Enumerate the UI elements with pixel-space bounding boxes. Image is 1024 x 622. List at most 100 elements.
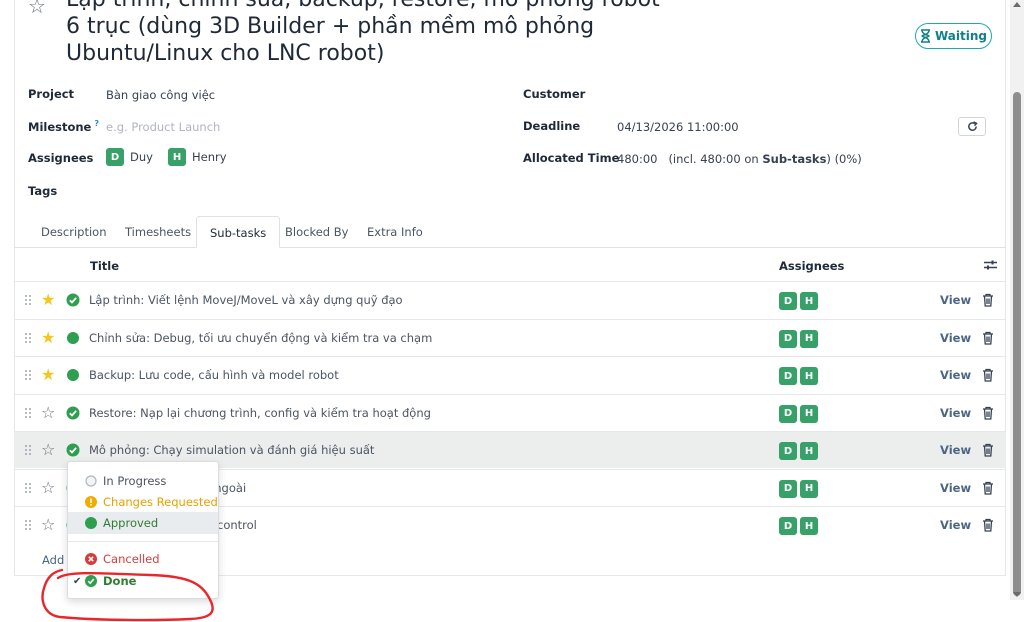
status-label: Waiting <box>934 29 987 43</box>
scroll-up-arrow-icon[interactable] <box>1013 2 1021 7</box>
priority-star-icon[interactable]: ☆ <box>41 403 55 422</box>
assignee-duy[interactable]: D Duy <box>106 148 153 166</box>
page-scrollbar[interactable] <box>1010 0 1024 600</box>
scrollbar-thumb[interactable] <box>1013 92 1021 596</box>
project-label: Project <box>28 87 75 101</box>
priority-star-icon[interactable]: ☆ <box>41 516 55 534</box>
table-row[interactable]: ☆ Restore: Nạp lại chương trình, config v… <box>14 393 1006 431</box>
table-row[interactable]: ★ Chỉnh sửa: Debug, tối ưu chuyển động và… <box>14 318 1006 356</box>
avatar: D <box>779 404 797 423</box>
avatar: H <box>800 367 818 385</box>
deadline-value[interactable]: 04/13/2026 11:00:00 <box>617 120 739 134</box>
priority-star-icon[interactable]: ☆ <box>41 478 55 497</box>
refresh-icon <box>967 121 978 131</box>
state-option-cancelled[interactable]: Cancelled <box>68 548 218 570</box>
state-option-in-progress[interactable]: In Progress <box>68 470 218 492</box>
row-assignees[interactable]: DH <box>779 517 818 535</box>
state-option-done[interactable]: ✔ Done <box>68 570 218 592</box>
priority-star-icon[interactable]: ★ <box>41 291 55 309</box>
avatar: H <box>800 517 818 535</box>
tab-blocked-by[interactable]: Blocked By <box>272 216 361 248</box>
trash-icon[interactable] <box>982 368 994 382</box>
check-circle-icon[interactable] <box>66 293 80 307</box>
project-value[interactable]: Bàn giao công việc <box>106 88 215 102</box>
trash-icon[interactable] <box>982 331 994 345</box>
sub-task-title[interactable]: Restore: Nạp lại chương trình, config và… <box>89 406 431 420</box>
row-assignees[interactable]: DH <box>779 404 818 423</box>
avatar: H <box>800 442 818 460</box>
drag-handle-icon[interactable] <box>24 294 32 306</box>
avatar: H <box>168 148 186 166</box>
avatar: D <box>779 329 797 348</box>
trash-icon[interactable] <box>982 293 994 307</box>
view-button[interactable]: View <box>940 481 971 495</box>
row-assignees[interactable]: DH <box>779 479 818 498</box>
sub-task-title[interactable]: Lập trình: Viết lệnh MoveJ/MoveL và xây … <box>89 293 403 307</box>
state-option-approved[interactable]: Approved <box>68 512 218 534</box>
priority-star-icon[interactable]: ★ <box>41 366 55 384</box>
check-circle-icon[interactable] <box>66 406 80 420</box>
tab-sub-tasks[interactable]: Sub-tasks <box>196 216 281 248</box>
green-circle-icon[interactable] <box>66 331 80 345</box>
avatar: D <box>106 148 124 166</box>
customer-label: Customer <box>523 87 586 101</box>
allocated-time-value[interactable]: 480:00 (incl. 480:00 on Sub-tasks) (0%) <box>617 152 862 166</box>
row-assignees[interactable]: DH <box>779 367 818 385</box>
avatar: D <box>779 517 797 535</box>
state-option-changes-requested[interactable]: Changes Requested <box>68 491 218 513</box>
check-circle-icon[interactable] <box>66 443 80 457</box>
view-button[interactable]: View <box>940 518 971 532</box>
drag-handle-icon[interactable] <box>24 519 32 531</box>
allocated-note-prefix: (incl. 480:00 on <box>668 152 759 166</box>
priority-star-icon[interactable]: ☆ <box>28 0 46 18</box>
drag-handle-icon[interactable] <box>24 444 32 456</box>
view-button[interactable]: View <box>940 293 971 307</box>
sub-task-title[interactable]: Chỉnh sửa: Debug, tối ưu chuyển động và … <box>89 331 432 345</box>
drag-handle-icon[interactable] <box>24 332 32 344</box>
tab-extra-info[interactable]: Extra Info <box>354 216 436 248</box>
milestone-label-text: Milestone <box>28 119 92 134</box>
tab-timesheets[interactable]: Timesheets <box>112 216 204 248</box>
notebook-tabs: Description Timesheets Sub-tasks Blocked… <box>14 216 1006 248</box>
column-header-title[interactable]: Title <box>90 259 119 273</box>
green-circle-icon[interactable] <box>66 368 80 382</box>
milestone-input[interactable]: e.g. Product Launch <box>106 120 220 134</box>
drag-handle-icon[interactable] <box>24 369 32 381</box>
avatar: D <box>779 479 797 498</box>
drag-handle-icon[interactable] <box>24 482 32 494</box>
sub-task-title[interactable]: Mô phỏng: Chạy simulation và đánh giá hi… <box>89 443 374 457</box>
avatar: D <box>779 292 797 310</box>
status-badge[interactable]: Waiting <box>915 23 992 49</box>
help-icon[interactable]: ? <box>94 119 99 128</box>
allocated-note-suffix: ) (0%) <box>826 152 862 166</box>
assignees-label: Assignees <box>28 151 94 165</box>
sub-task-title[interactable]: Backup: Lưu code, cấu hình và model robo… <box>89 368 339 382</box>
task-title[interactable]: Lập trình, chỉnh sửa, backup, restore, m… <box>66 0 666 67</box>
state-dropdown-menu: In Progress Changes Requested Approved C… <box>67 461 219 599</box>
trash-icon[interactable] <box>982 406 994 420</box>
view-button[interactable]: View <box>940 368 971 382</box>
row-assignees[interactable]: DH <box>779 292 818 310</box>
view-button[interactable]: View <box>940 406 971 420</box>
row-assignees[interactable]: DH <box>779 329 818 348</box>
table-row[interactable]: ★ Backup: Lưu code, cấu hình và model rob… <box>14 356 1006 393</box>
trash-icon[interactable] <box>982 518 994 532</box>
priority-star-icon[interactable]: ★ <box>41 328 55 347</box>
assignee-henry[interactable]: H Henry <box>168 148 227 166</box>
tab-description[interactable]: Description <box>28 216 120 248</box>
trash-icon[interactable] <box>982 443 994 457</box>
optional-columns-icon[interactable] <box>984 259 997 271</box>
view-button[interactable]: View <box>940 331 971 345</box>
add-sub-task-link[interactable]: Add <box>42 553 64 567</box>
drag-handle-icon[interactable] <box>24 407 32 419</box>
exclamation-circle-icon <box>85 496 97 508</box>
column-header-assignees[interactable]: Assignees <box>779 259 844 273</box>
row-assignees[interactable]: DH <box>779 442 818 460</box>
priority-star-icon[interactable]: ☆ <box>41 441 55 459</box>
view-button[interactable]: View <box>940 443 971 457</box>
trash-icon[interactable] <box>982 481 994 495</box>
table-row[interactable]: ★ Lập trình: Viết lệnh MoveJ/MoveL và xây… <box>14 281 1006 318</box>
refresh-button[interactable] <box>958 117 986 136</box>
scroll-down-arrow-icon[interactable] <box>1013 592 1021 597</box>
menu-divider <box>68 541 218 542</box>
